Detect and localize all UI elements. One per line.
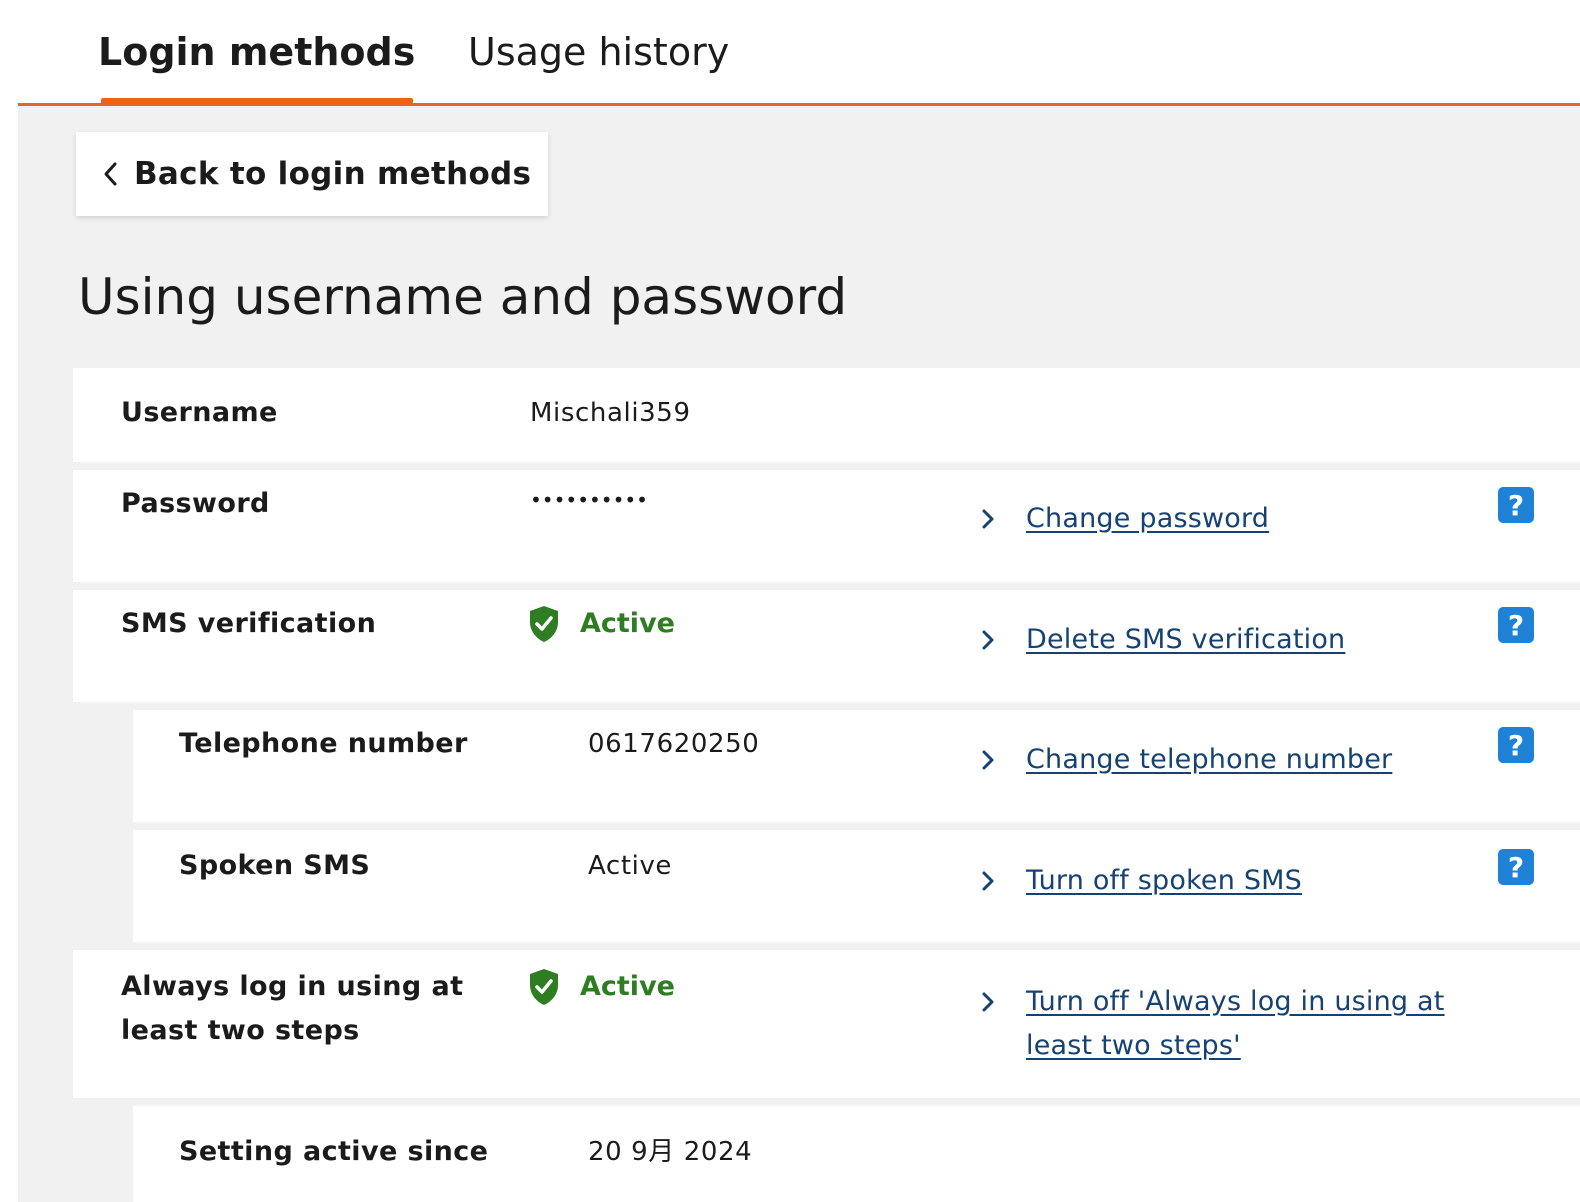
help-icon[interactable]: ? xyxy=(1498,487,1534,523)
chevron-left-icon xyxy=(96,160,124,188)
always-two-steps-label: Always log in using at least two steps xyxy=(121,971,464,1046)
active-tab-indicator xyxy=(101,98,413,106)
turn-off-two-steps-link-text[interactable]: Turn off 'Always log in using at least t… xyxy=(1026,980,1448,1068)
row-telephone-number: Telephone number 0617620250 Change telep… xyxy=(133,710,1580,822)
shield-check-icon xyxy=(530,606,558,642)
turn-off-two-steps-link[interactable]: Turn off 'Always log in using at least t… xyxy=(978,980,1448,1068)
password-label: Password xyxy=(121,488,270,519)
change-telephone-number-link-text[interactable]: Change telephone number xyxy=(1026,738,1392,782)
chevron-right-icon xyxy=(978,497,998,541)
chevron-right-icon xyxy=(978,859,998,903)
row-always-two-steps: Always log in using at least two steps A… xyxy=(73,950,1580,1098)
page-title: Using username and password xyxy=(78,268,848,326)
chevron-right-icon xyxy=(978,738,998,782)
tab-login-methods[interactable]: Login methods xyxy=(98,24,415,80)
chevron-right-icon xyxy=(978,980,998,1024)
row-username: Username Mischali359 xyxy=(73,368,1580,462)
change-password-link[interactable]: Change password xyxy=(978,497,1269,541)
username-value: Mischali359 xyxy=(530,398,691,428)
tab-bar: Login methods Usage history xyxy=(18,0,1580,106)
help-icon[interactable]: ? xyxy=(1498,607,1534,643)
row-sms-verification: SMS verification Active Delete SMS verif… xyxy=(73,590,1580,702)
change-telephone-number-link[interactable]: Change telephone number xyxy=(978,738,1392,782)
change-password-link-text[interactable]: Change password xyxy=(1026,497,1269,541)
sms-verification-label: SMS verification xyxy=(121,608,377,639)
row-spoken-sms: Spoken SMS Active Turn off spoken SMS ? xyxy=(133,830,1580,942)
turn-off-spoken-sms-link-text[interactable]: Turn off spoken SMS xyxy=(1026,859,1302,903)
status-text: Active xyxy=(580,608,675,639)
setting-active-since-value: 20 9月 2024 xyxy=(588,1137,753,1167)
delete-sms-verification-link-text[interactable]: Delete SMS verification xyxy=(1026,618,1345,662)
main-content: Back to login methods Using username and… xyxy=(18,106,1580,1202)
back-to-login-methods-button[interactable]: Back to login methods xyxy=(76,132,548,216)
sms-verification-status: Active xyxy=(528,602,675,646)
help-icon[interactable]: ? xyxy=(1498,727,1534,763)
username-label: Username xyxy=(121,397,278,428)
telephone-number-value: 0617620250 xyxy=(588,729,760,759)
shield-check-icon xyxy=(530,969,558,1005)
setting-active-since-label: Setting active since xyxy=(179,1136,489,1167)
always-two-steps-status: Active xyxy=(528,965,675,1009)
row-setting-active-since: Setting active since 20 9月 2024 xyxy=(133,1106,1580,1202)
row-password: Password •••••••••• Change password ? xyxy=(73,470,1580,582)
chevron-right-icon xyxy=(978,618,998,662)
spoken-sms-label: Spoken SMS xyxy=(179,850,371,881)
help-icon[interactable]: ? xyxy=(1498,849,1534,885)
turn-off-spoken-sms-link[interactable]: Turn off spoken SMS xyxy=(978,859,1302,903)
spoken-sms-value: Active xyxy=(588,851,673,881)
telephone-number-label: Telephone number xyxy=(179,728,468,759)
delete-sms-verification-link[interactable]: Delete SMS verification xyxy=(978,618,1345,662)
status-text: Active xyxy=(580,971,675,1002)
password-value: •••••••••• xyxy=(530,488,648,512)
tab-usage-history[interactable]: Usage history xyxy=(468,24,729,80)
back-button-label: Back to login methods xyxy=(134,156,532,192)
